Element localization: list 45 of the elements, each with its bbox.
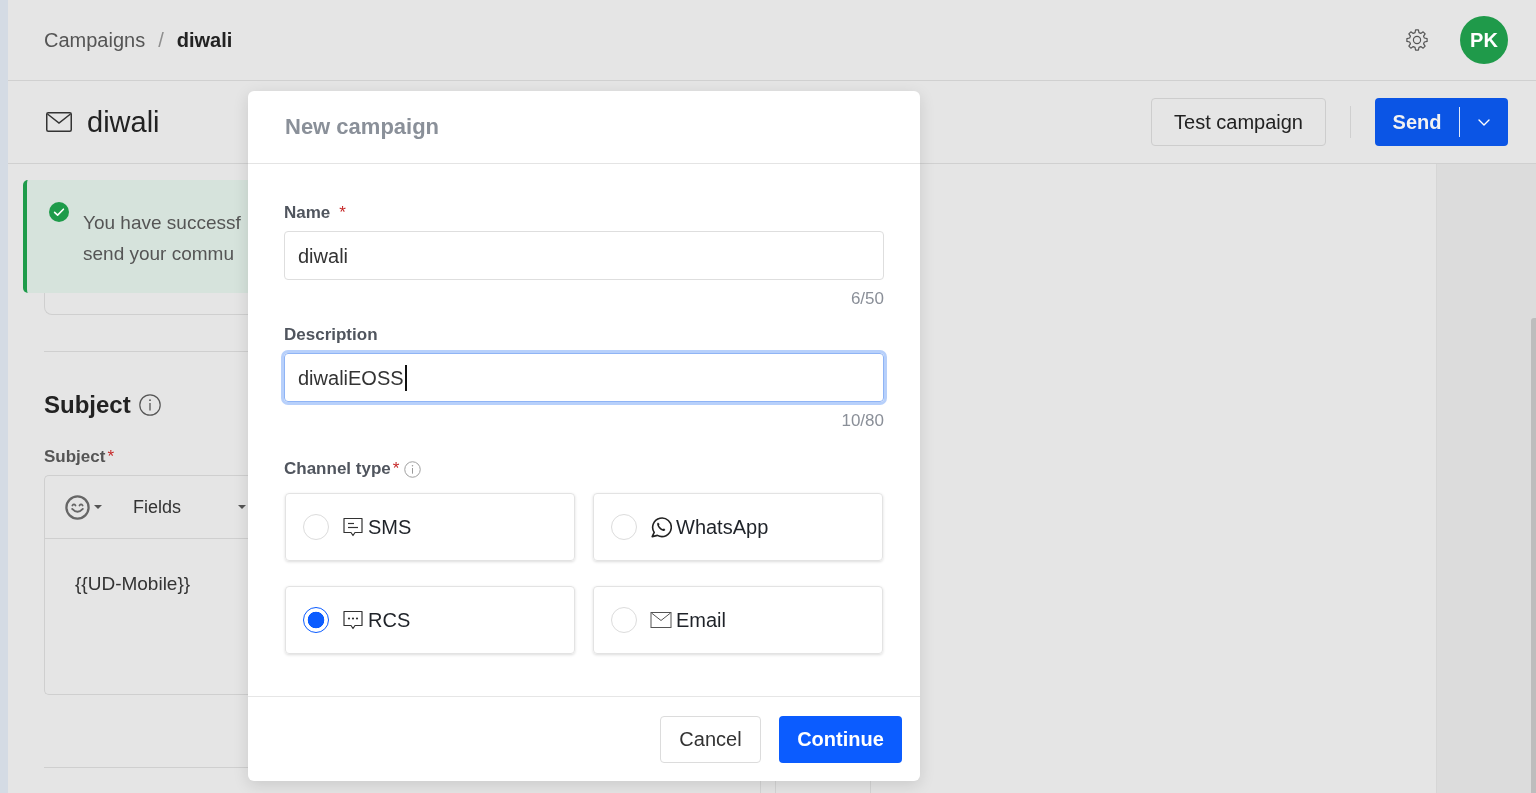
required-asterisk: * bbox=[107, 446, 115, 468]
envelope-icon bbox=[46, 112, 72, 132]
campaign-title: diwali bbox=[87, 105, 160, 139]
scrollbar[interactable] bbox=[1531, 318, 1536, 793]
character-counter: 10/80 bbox=[841, 411, 884, 431]
envelope-icon bbox=[650, 609, 672, 631]
alert-message: You have successf send your commu bbox=[83, 211, 241, 266]
smiley-icon bbox=[65, 494, 90, 520]
field-label: Channel type bbox=[284, 458, 391, 480]
send-options-button[interactable] bbox=[1459, 98, 1508, 146]
emoji-button[interactable] bbox=[65, 494, 102, 520]
character-counter: 6/50 bbox=[850, 289, 884, 309]
user-avatar[interactable]: PK bbox=[1460, 16, 1508, 64]
dialog-title: New campaign bbox=[285, 114, 440, 140]
channel-option-label[interactable]: Email bbox=[676, 608, 726, 632]
text-field[interactable]: diwali bbox=[284, 231, 884, 280]
cancel-button[interactable]: Cancel bbox=[660, 716, 761, 763]
channel-option-label[interactable]: SMS bbox=[368, 515, 412, 539]
text-field[interactable]: diwaliEOSS bbox=[284, 353, 884, 402]
chevron-down-icon bbox=[1477, 118, 1490, 126]
required-asterisk: * bbox=[339, 202, 346, 224]
channel-option-label[interactable]: RCS bbox=[368, 608, 411, 632]
required-asterisk: * bbox=[392, 458, 400, 480]
breadcrumb-link[interactable]: Campaigns bbox=[44, 28, 146, 52]
field-label: Subject bbox=[44, 446, 106, 468]
breadcrumb-separator: / bbox=[158, 28, 164, 52]
test-campaign-button[interactable]: Test campaign bbox=[1151, 98, 1326, 146]
check-circle-icon bbox=[49, 202, 69, 222]
send-button[interactable]: Send bbox=[1375, 98, 1459, 146]
breadcrumb-current: diwali bbox=[176, 28, 233, 52]
settings-icon[interactable] bbox=[1406, 29, 1428, 51]
caret-icon bbox=[94, 505, 102, 509]
channel-option-label[interactable]: WhatsApp bbox=[676, 515, 769, 539]
info-icon[interactable] bbox=[138, 394, 161, 416]
fields-dropdown[interactable]: Fields bbox=[133, 496, 246, 518]
continue-button[interactable]: Continue bbox=[779, 716, 902, 763]
section-heading: Subject bbox=[44, 390, 131, 420]
subject-text[interactable]: {{UD-Mobile}} bbox=[75, 573, 191, 594]
radio-button[interactable] bbox=[303, 607, 329, 633]
caret-icon bbox=[238, 505, 246, 509]
message-icon bbox=[342, 516, 364, 538]
phone-bubble-icon bbox=[650, 516, 672, 538]
field-label: Name bbox=[284, 202, 331, 224]
chat-bubble-icon bbox=[342, 609, 364, 631]
field-label: Description bbox=[284, 324, 378, 346]
